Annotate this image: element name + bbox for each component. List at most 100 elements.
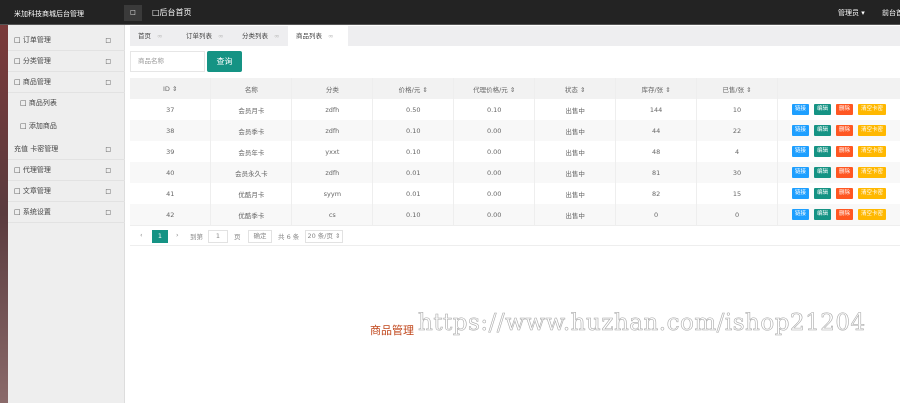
- chevron-icon: □: [105, 167, 111, 174]
- per-page-select[interactable]: 20 条/页 ⇕: [305, 230, 343, 243]
- confirm-page-button[interactable]: 确定: [248, 230, 272, 243]
- column-header: 名称: [210, 78, 293, 99]
- desktop-background-strip: [0, 25, 8, 403]
- admin-menu[interactable]: 管理员 ▾: [838, 8, 865, 18]
- edit-button[interactable]: 编辑: [814, 125, 832, 136]
- front-page-link[interactable]: 前台首页: [882, 8, 900, 18]
- table-cell: 出售中: [534, 183, 617, 204]
- link-button[interactable]: 链接: [792, 209, 810, 220]
- table-row: 40 会员永久卡 zdfh 0.01 0.00 出售中 81 30 链接 编辑 删除 清空卡密: [130, 162, 900, 183]
- column-header[interactable]: ID ⇕: [130, 78, 212, 99]
- page-caption: 商品管理: [370, 324, 414, 337]
- delete-button[interactable]: 删除: [836, 146, 854, 157]
- table-cell: 0.10: [372, 141, 455, 162]
- chevron-icon: □: [105, 209, 111, 216]
- tab-bar: 首页 ∞ 订单列表 ∞ 分类列表 ∞ 商品列表 ∞: [130, 26, 900, 46]
- row-actions: 链接 编辑 删除 清空卡密: [777, 141, 900, 162]
- table-cell: zdfh: [291, 120, 374, 141]
- table-cell: 82: [615, 183, 698, 204]
- clear-cards-button[interactable]: 清空卡密: [858, 167, 887, 178]
- delete-button[interactable]: 删除: [836, 188, 854, 199]
- sidebar-item[interactable]: □ 商品管理 □: [8, 72, 125, 93]
- table-cell: 0.50: [372, 99, 455, 120]
- sidebar-item-label: □ 文章管理: [14, 187, 51, 195]
- tab-close-icon[interactable]: ∞: [328, 32, 333, 40]
- edit-button[interactable]: 编辑: [814, 188, 832, 199]
- table-cell: 0.01: [372, 162, 455, 183]
- table-cell: 30: [696, 162, 778, 183]
- table-cell: 4: [696, 141, 778, 162]
- query-button[interactable]: 查询: [207, 51, 242, 72]
- table-cell: 0.00: [453, 204, 536, 225]
- menu-toggle-button[interactable]: □: [124, 5, 142, 21]
- table-cell: 会员年卡: [210, 141, 293, 162]
- sidebar-item[interactable]: □ 代理管理 □: [8, 160, 125, 181]
- delete-button[interactable]: 删除: [836, 125, 854, 136]
- table-cell: 0.00: [453, 162, 536, 183]
- tab-item[interactable]: 首页 ∞: [130, 26, 178, 46]
- sidebar-item[interactable]: □ 商品列表: [8, 93, 125, 114]
- tab-item[interactable]: 订单列表 ∞: [178, 26, 234, 46]
- table-cell: 144: [615, 99, 698, 120]
- row-actions: 链接 编辑 删除 清空卡密: [777, 183, 900, 204]
- edit-button[interactable]: 编辑: [814, 209, 832, 220]
- tab-close-icon[interactable]: ∞: [274, 32, 279, 40]
- tab-close-icon[interactable]: ∞: [218, 32, 223, 40]
- column-header[interactable]: 价格/元 ⇕: [372, 78, 455, 99]
- sidebar-item[interactable]: □ 订单管理 □: [8, 30, 125, 51]
- sidebar-item[interactable]: □ 分类管理 □: [8, 51, 125, 72]
- chevron-icon: □: [105, 79, 111, 86]
- delete-button[interactable]: 删除: [836, 167, 854, 178]
- link-button[interactable]: 链接: [792, 167, 810, 178]
- sidebar-item[interactable]: □ 系统设置 □: [8, 202, 125, 223]
- column-header[interactable]: 库存/张 ⇕: [615, 78, 698, 99]
- product-name-search-input[interactable]: 商品名称: [130, 51, 205, 72]
- app-logo: 米加科技商城后台管理: [14, 10, 84, 18]
- tab-label: 分类列表: [242, 32, 268, 40]
- column-header[interactable]: 已售/张 ⇕: [696, 78, 778, 99]
- link-button[interactable]: 链接: [792, 146, 810, 157]
- table-cell: zdfh: [291, 162, 374, 183]
- table-cell: 优酷月卡: [210, 183, 293, 204]
- sidebar-item[interactable]: □ 添加商品: [8, 116, 125, 137]
- clear-cards-button[interactable]: 清空卡密: [858, 146, 887, 157]
- column-header[interactable]: 状态 ⇕: [534, 78, 617, 99]
- tab-item[interactable]: 商品列表 ∞: [288, 26, 348, 46]
- table-cell: 0.10: [453, 99, 536, 120]
- table-cell: 41: [130, 183, 212, 204]
- link-button[interactable]: 链接: [792, 104, 810, 115]
- home-link[interactable]: □后台首页: [152, 7, 192, 18]
- clear-cards-button[interactable]: 清空卡密: [858, 188, 887, 199]
- page-1-button[interactable]: 1: [152, 230, 168, 243]
- table-cell: 42: [130, 204, 212, 225]
- clear-cards-button[interactable]: 清空卡密: [858, 125, 887, 136]
- column-header[interactable]: 代理价格/元 ⇕: [453, 78, 536, 99]
- table-row: 39 会员年卡 yxxt 0.10 0.00 出售中 48 4 链接 编辑 删除 清空卡密: [130, 141, 900, 162]
- page-number-input[interactable]: 1: [208, 230, 228, 243]
- pagination: ‹ 1 › 到第 1 页 确定 共 6 条 20 条/页 ⇕: [130, 225, 900, 246]
- clear-cards-button[interactable]: 清空卡密: [858, 104, 887, 115]
- sidebar-item[interactable]: 充值 卡密管理 □: [8, 139, 125, 160]
- table-cell: 0.00: [453, 183, 536, 204]
- sidebar-item-label: □ 添加商品: [20, 122, 57, 130]
- tab-close-icon[interactable]: ∞: [157, 32, 162, 40]
- clear-cards-button[interactable]: 清空卡密: [858, 209, 887, 220]
- next-page-button[interactable]: ›: [176, 231, 179, 239]
- prev-page-button[interactable]: ‹: [140, 231, 143, 239]
- link-button[interactable]: 链接: [792, 188, 810, 199]
- chevron-icon: □: [105, 188, 111, 195]
- delete-button[interactable]: 删除: [836, 104, 854, 115]
- sidebar-item-label: □ 系统设置: [14, 208, 51, 216]
- table-cell: 0.00: [453, 141, 536, 162]
- edit-button[interactable]: 编辑: [814, 104, 832, 115]
- sidebar-item[interactable]: □ 文章管理 □: [8, 181, 125, 202]
- delete-button[interactable]: 删除: [836, 209, 854, 220]
- sidebar-item-label: □ 商品列表: [20, 99, 57, 107]
- edit-button[interactable]: 编辑: [814, 146, 832, 157]
- table-cell: 0.10: [372, 120, 455, 141]
- link-button[interactable]: 链接: [792, 125, 810, 136]
- tab-item[interactable]: 分类列表 ∞: [234, 26, 288, 46]
- table-cell: 37: [130, 99, 212, 120]
- table-cell: 44: [615, 120, 698, 141]
- edit-button[interactable]: 编辑: [814, 167, 832, 178]
